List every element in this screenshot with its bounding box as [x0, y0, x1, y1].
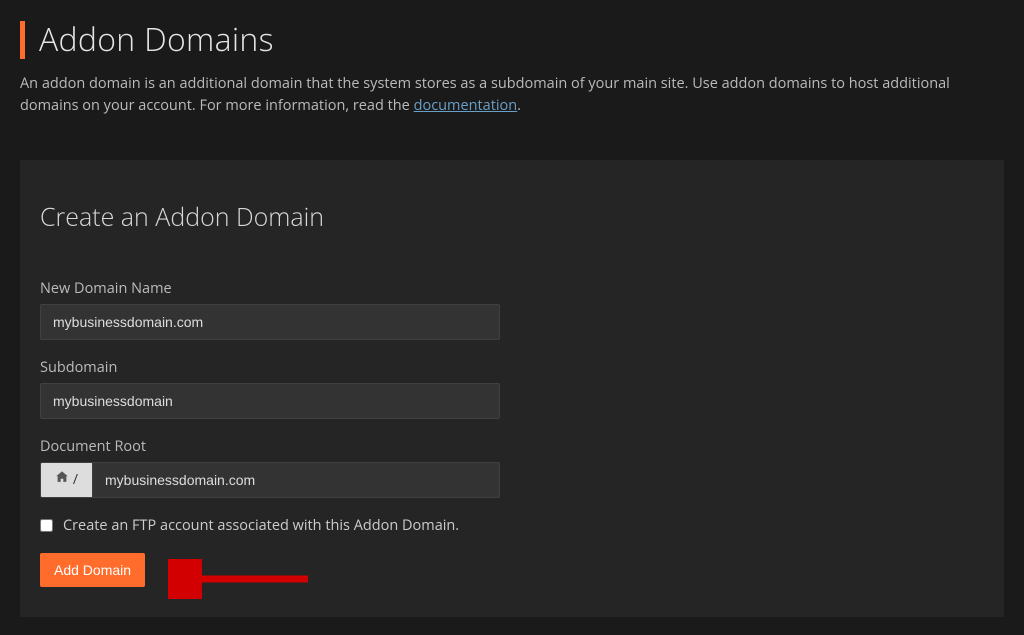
page-title: Addon Domains: [39, 18, 274, 61]
ftp-checkbox-label[interactable]: Create an FTP account associated with th…: [63, 516, 459, 535]
document-root-label: Document Root: [40, 437, 500, 456]
document-root-input[interactable]: [92, 462, 500, 498]
ftp-checkbox-row: Create an FTP account associated with th…: [40, 516, 984, 535]
create-addon-panel: Create an Addon Domain New Domain Name S…: [20, 160, 1004, 617]
page-description: An addon domain is an additional domain …: [20, 73, 1004, 118]
path-separator: /: [73, 470, 78, 489]
description-after: .: [517, 96, 521, 115]
subdomain-row: Subdomain: [40, 358, 500, 419]
ftp-checkbox[interactable]: [40, 519, 53, 532]
home-icon: [55, 470, 69, 489]
subdomain-label: Subdomain: [40, 358, 500, 377]
accent-bar-icon: [20, 21, 25, 59]
document-root-row: Document Root /: [40, 437, 500, 498]
documentation-link[interactable]: documentation: [414, 96, 518, 115]
document-root-prefix: /: [40, 462, 92, 498]
subdomain-input[interactable]: [40, 383, 500, 419]
page-header: Addon Domains: [20, 18, 1004, 61]
panel-title: Create an Addon Domain: [40, 200, 984, 234]
new-domain-label: New Domain Name: [40, 279, 500, 298]
new-domain-row: New Domain Name: [40, 279, 500, 340]
document-root-group: /: [40, 462, 500, 498]
new-domain-input[interactable]: [40, 304, 500, 340]
add-domain-button[interactable]: Add Domain: [40, 553, 145, 587]
